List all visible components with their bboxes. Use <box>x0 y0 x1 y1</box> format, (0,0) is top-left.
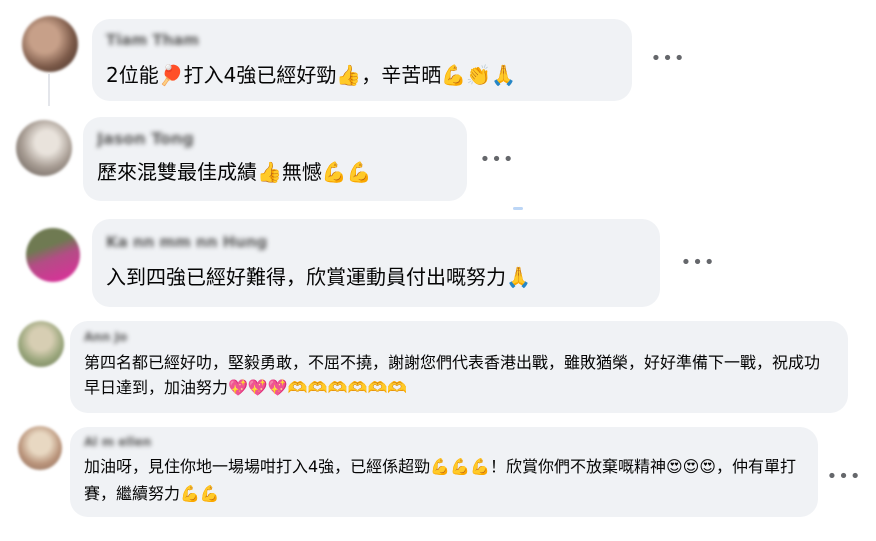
divider <box>513 207 523 210</box>
comment-bubble: Jason Tong 歷來混雙最佳成績👍無憾💪💪 <box>83 117 467 201</box>
more-options-icon[interactable]: ••• <box>681 254 715 272</box>
more-options-icon[interactable]: ••• <box>480 151 514 169</box>
avatar[interactable] <box>22 16 78 72</box>
comment-author[interactable]: Al m ellen <box>84 435 184 451</box>
comment-author[interactable]: Tiam Tham <box>106 31 246 53</box>
avatar[interactable] <box>26 228 80 282</box>
more-options-icon[interactable]: ••• <box>827 468 861 486</box>
comment-bubble: Ka nn mm nn Hung 入到四強已經好難得，欣賞運動員付出嘅努力🙏 <box>92 219 660 307</box>
comment-text: 加油呀，見住你地一場場咁打入4強，已經係超勁💪💪💪！欣賞你們不放棄嘅精神😍😍😍，… <box>84 457 796 503</box>
comment-text: 第四名都已經好叻，堅毅勇敢，不屈不撓，謝謝您們代表香港出戰，雖敗猶榮，好好準備下… <box>84 353 821 397</box>
comment-bubble: Tiam Tham 2位能🏓打入4強已經好勁👍，辛苦晒💪👏🙏 <box>92 19 632 101</box>
thread-line <box>48 74 50 106</box>
comment-bubble: Ann Jo 第四名都已經好叻，堅毅勇敢，不屈不撓，謝謝您們代表香港出戰，雖敗猶… <box>70 321 848 413</box>
comment-text: 入到四強已經好難得，欣賞運動員付出嘅努力🙏 <box>106 265 531 289</box>
comment-author[interactable]: Ann Jo <box>84 330 154 346</box>
avatar[interactable] <box>16 120 72 176</box>
avatar[interactable] <box>18 321 64 367</box>
comment-text: 2位能🏓打入4強已經好勁👍，辛苦晒💪👏🙏 <box>106 63 516 87</box>
comment-bubble: Al m ellen 加油呀，見住你地一場場咁打入4強，已經係超勁💪💪💪！欣賞你… <box>70 427 818 517</box>
comment-text: 歷來混雙最佳成績👍無憾💪💪 <box>97 160 372 184</box>
comment-author[interactable]: Ka nn mm nn Hung <box>106 233 286 255</box>
avatar[interactable] <box>18 426 62 470</box>
more-options-icon[interactable]: ••• <box>651 50 685 68</box>
comment-author[interactable]: Jason Tong <box>97 129 217 151</box>
